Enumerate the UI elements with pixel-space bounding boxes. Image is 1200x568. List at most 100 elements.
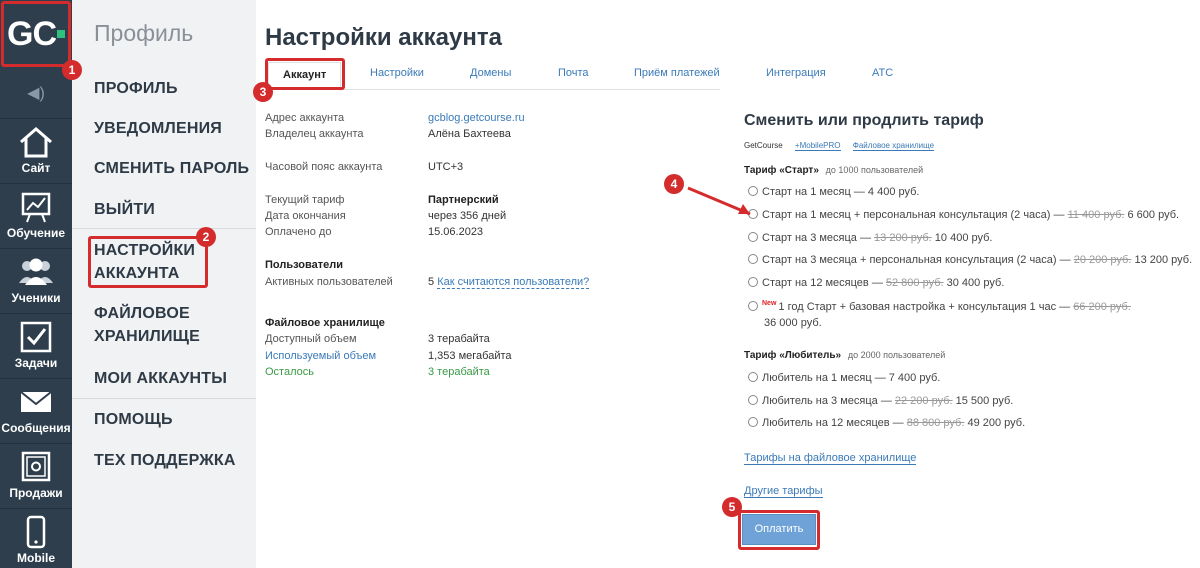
tab-settings[interactable]: Настройки [370, 67, 424, 79]
price: 13 200 руб. [1134, 254, 1193, 266]
menu-divider [72, 228, 256, 229]
annotation-badge-1: 1 [62, 60, 82, 80]
menu-item-profile[interactable]: ПРОФИЛЬ [94, 77, 178, 100]
old-price: 66 200 руб. [1073, 301, 1131, 313]
radio-button[interactable] [748, 417, 758, 427]
available-storage-value: 3 терабайта [428, 333, 490, 345]
sidebar-item-learning[interactable]: Обучение [0, 183, 72, 248]
chart-icon [21, 192, 51, 223]
timezone-label: Часовой пояс аккаунта [265, 161, 383, 173]
radio-button[interactable] [748, 372, 758, 382]
highlight-logo [1, 1, 71, 67]
used-storage-label: Используемый объем [265, 350, 377, 362]
tariff-panel-title: Сменить или продлить тариф [744, 112, 984, 129]
menu-item-help[interactable]: ПОМОЩЬ [94, 408, 173, 431]
envelope-icon [20, 391, 52, 412]
timezone-value: UTC+3 [428, 161, 464, 173]
active-users-label: Активных пользователей [265, 276, 393, 288]
annotation-badge-5: 5 [722, 497, 742, 517]
tariff-option[interactable]: Старт на 3 месяца + персональная консуль… [748, 254, 1192, 266]
tariff-option[interactable]: Старт на 1 месяц + персональная консульт… [748, 209, 1179, 221]
sidebar-item-label: Сообщения [1, 421, 71, 435]
old-price: 20 200 руб. [1073, 254, 1132, 266]
sidebar-item-tasks[interactable]: Задачи [0, 313, 72, 378]
tariff-option[interactable]: Любитель на 1 месяц — 7 400 руб. [748, 372, 940, 384]
menu-item-file-storage[interactable]: ФАЙЛОВОЕ ХРАНИЛИЩЕ [94, 302, 200, 348]
radio-button[interactable] [748, 254, 758, 264]
safe-icon [21, 451, 51, 482]
sidebar-item-mobile[interactable]: Mobile [0, 508, 72, 568]
tariff-option-special[interactable]: New 1 год Старт + базовая настройка + кон… [748, 300, 1131, 313]
storage-header: Файловое хранилище [265, 317, 385, 329]
sidebar-item-label: Обучение [6, 226, 66, 240]
radio-button[interactable] [748, 277, 758, 287]
subnav-file-storage[interactable]: Файловое хранилище [852, 141, 935, 151]
menu-item-support[interactable]: ТЕХ ПОДДЕРЖКА [94, 449, 236, 472]
option-text: 1 год Старт + базовая настройка + консул… [778, 301, 1071, 313]
tab-domains[interactable]: Домены [470, 67, 511, 79]
sidebar-item-sales[interactable]: Продажи [0, 443, 72, 508]
highlight-account-settings [88, 236, 208, 288]
address-value[interactable]: gcblog.getcourse.ru [428, 112, 525, 124]
tab-integration[interactable]: Интеграция [766, 67, 826, 79]
old-price: 13 200 руб. [874, 232, 932, 244]
sidebar-item-students[interactable]: Ученики [0, 248, 72, 313]
sidebar-item-label: Ученики [11, 291, 61, 305]
tariff-option[interactable]: Старт на 1 месяц — 4 400 руб. [748, 186, 919, 198]
subnav-mobilepro[interactable]: +MobilePRO [794, 141, 841, 151]
start-group-count: до 1000 пользователей [825, 165, 924, 175]
speaker-icon[interactable]: ◀) [0, 78, 72, 110]
subnav-getcourse: GetCourse [744, 141, 783, 150]
tariff-option[interactable]: Любитель на 3 месяца — 22 200 руб. 15 50… [748, 395, 1013, 407]
active-users-count: 5 [428, 276, 435, 288]
sidebar-item-label: Сайт [21, 161, 51, 175]
remaining-storage-value: 3 терабайта [428, 366, 490, 378]
option-text: Старт на 1 месяц — 4 400 руб. [762, 186, 920, 198]
amateur-group-count: до 2000 пользователей [847, 350, 946, 360]
option-text: Старт на 1 месяц + персональная консульт… [762, 209, 1065, 221]
radio-button[interactable] [748, 301, 758, 311]
tariff-option[interactable]: Старт на 12 месяцев — 52 800 руб. 30 400… [748, 277, 1004, 289]
owner-label: Владелец аккаунта [265, 128, 364, 140]
price: 30 400 руб. [946, 277, 1005, 289]
used-storage-value: 1,353 мегабайта [428, 350, 512, 362]
phone-icon [26, 515, 46, 549]
other-tariffs-link[interactable]: Другие тарифы [744, 485, 823, 498]
available-storage-label: Доступный объем [265, 333, 357, 345]
option-text: Любитель на 3 месяца — [762, 395, 892, 407]
app-root: GC ◀) Сайт Обучение Ученики Задачи Сообщ… [0, 0, 1200, 568]
radio-button[interactable] [748, 395, 758, 405]
menu-item-change-password[interactable]: СМЕНИТЬ ПАРОЛЬ [94, 157, 249, 180]
menu-item-my-accounts[interactable]: МОИ АККАУНТЫ [94, 367, 227, 390]
paid-until-label: Оплачено до [265, 226, 332, 238]
sidebar-item-label: Продажи [9, 486, 63, 500]
tariff-panel-subnav: GetCourse +MobilePRO Файловое хранилище [744, 141, 944, 151]
tariff-label: Текущий тариф [265, 194, 345, 206]
tab-mail[interactable]: Почта [558, 67, 589, 79]
sidebar-item-label: Mobile [17, 551, 55, 565]
old-price: 11 400 руб. [1067, 209, 1125, 221]
tariff-option[interactable]: Любитель на 12 месяцев — 88 800 руб. 49 … [748, 417, 1025, 429]
tab-payments[interactable]: Приём платежей [634, 67, 720, 79]
option-text: Старт на 12 месяцев — [762, 277, 883, 289]
tab-pbx[interactable]: АТС [872, 67, 893, 79]
end-date-label: Дата окончания [265, 210, 346, 222]
how-users-counted-link[interactable]: Как считаются пользователи? [437, 276, 590, 289]
menu-item-logout[interactable]: ВЫЙТИ [94, 198, 155, 221]
remaining-storage-label: Осталось [265, 366, 314, 378]
option-text: Любитель на 12 месяцев — [762, 417, 904, 429]
tariff-option[interactable]: Старт на 3 месяца — 13 200 руб. 10 400 р… [748, 232, 992, 244]
sidebar-item-label: Задачи [14, 356, 58, 370]
sidebar-item-site[interactable]: Сайт [0, 118, 72, 183]
profile-menu-title: Профиль [94, 20, 194, 46]
menu-divider [72, 398, 256, 399]
menu-item-notifications[interactable]: УВЕДОМЛЕНИЯ [94, 117, 222, 140]
new-badge: New [762, 300, 777, 307]
radio-button[interactable] [748, 232, 758, 242]
paid-until-value: 15.06.2023 [428, 226, 484, 238]
storage-tariffs-link[interactable]: Тарифы на файловое хранилище [744, 452, 917, 465]
sidebar-item-messages[interactable]: Сообщения [0, 378, 72, 443]
icon-sidebar: GC ◀) Сайт Обучение Ученики Задачи Сообщ… [0, 0, 72, 568]
users-icon [19, 258, 53, 285]
special-price: 36 000 руб. [764, 317, 822, 329]
